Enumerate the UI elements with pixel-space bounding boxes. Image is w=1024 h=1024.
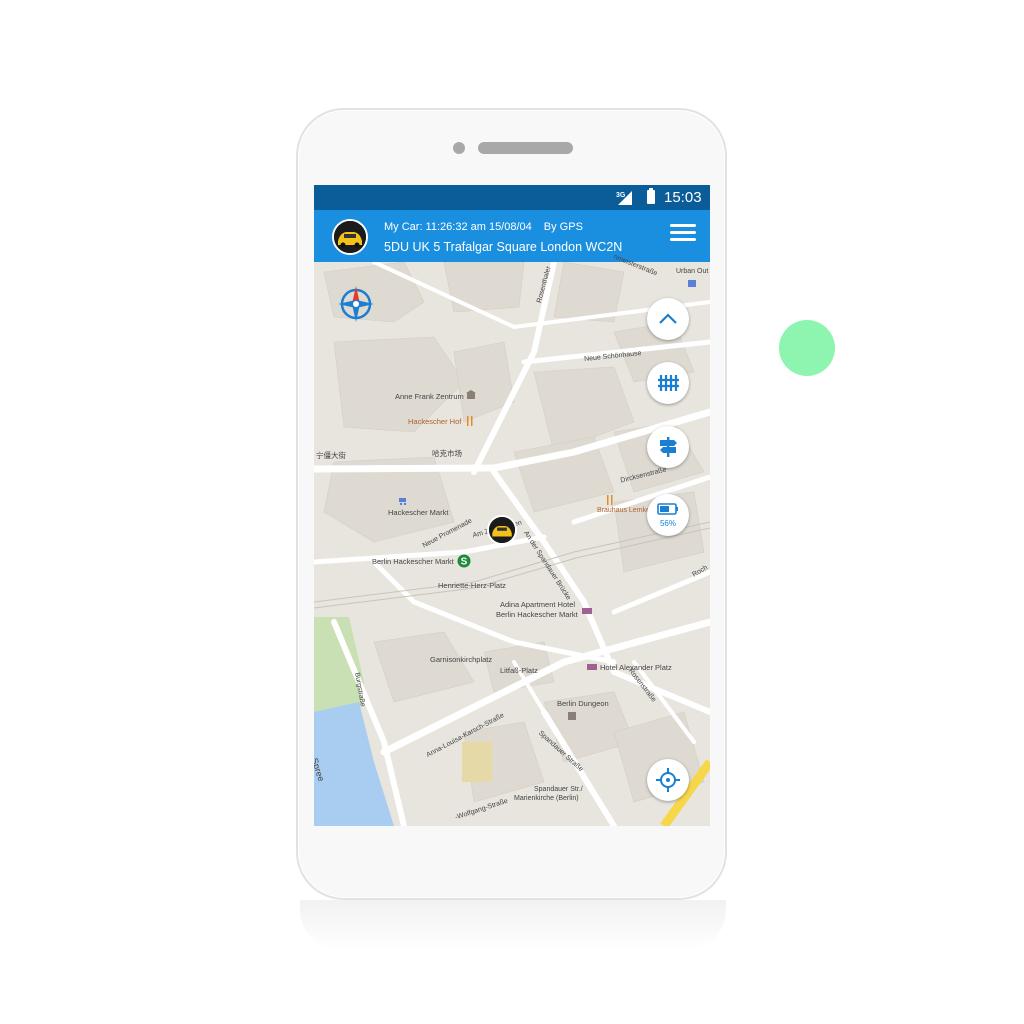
map-label-hackescher-markt: Hackescher Markt xyxy=(388,508,449,517)
museum-icon xyxy=(466,390,476,399)
front-camera xyxy=(453,142,465,154)
map-label-adina-1: Adina Apartment Hotel xyxy=(500,600,576,609)
car-address: 5DU UK 5 Trafalgar Square London WC2N xyxy=(384,240,623,254)
map-label-marienkirche: Marienkirche (Berlin) xyxy=(514,795,579,802)
shopping-cart-icon xyxy=(399,498,407,506)
map-label-hackescher-hof: Hackescher Hof xyxy=(408,417,462,426)
recenter-button[interactable] xyxy=(647,759,689,801)
phone-reflection xyxy=(300,900,726,950)
network-type: 3G xyxy=(616,192,626,199)
map-label-brauhaus: Brauhaus Lemke xyxy=(597,507,650,514)
hotel-icon xyxy=(582,608,592,614)
svg-text:S: S xyxy=(461,557,468,568)
map-label-anne-frank: Anne Frank Zentrum xyxy=(395,392,464,401)
map-label-litfass: Litfaß-Platz xyxy=(500,666,538,675)
brauhaus-restaurant-icon xyxy=(607,495,613,505)
car-avatar[interactable] xyxy=(332,219,368,255)
app-bar: My Car: 11:26:32 am 15/08/04 By GPS 5DU U… xyxy=(314,210,710,262)
compass-icon[interactable] xyxy=(336,284,376,324)
car-timestamp: My Car: 11:26:32 am 15/08/04 xyxy=(384,221,532,233)
earpiece-speaker xyxy=(478,142,573,154)
chevron-up-icon xyxy=(659,313,677,324)
status-bar: 3G 15:03 xyxy=(314,185,710,210)
map-label-chinese-mid: 哈克市场 xyxy=(432,449,462,458)
battery-level-icon xyxy=(657,503,678,515)
directions-button[interactable] xyxy=(647,426,689,468)
dungeon-icon xyxy=(568,712,576,720)
map-label-garnison: Garnisonkirchplatz xyxy=(430,655,493,664)
sbahn-icon: S xyxy=(457,554,471,568)
hotel-alexander-icon xyxy=(587,664,597,670)
phone-screen: 3G 15:03 My Car: 11:26:32 am 15/08/04 By … xyxy=(314,185,710,826)
map-label-urban-outfitters: Urban Out xyxy=(676,268,709,275)
map-label-spandauer-str: Spandauer Str./ xyxy=(534,786,583,793)
battery-percent: 56% xyxy=(659,519,676,528)
decorative-green-dot xyxy=(779,320,835,376)
parking-grid-button[interactable] xyxy=(647,362,689,404)
map-label-hotel-alexander: Hotel Alexander Platz xyxy=(600,663,672,672)
map-label-adina-2: Berlin Hackescher Markt xyxy=(496,610,578,619)
car-info-line: My Car: 11:26:32 am 15/08/04 By GPS xyxy=(384,221,583,233)
map-label-berlin-hackescher-markt: Berlin Hackescher Markt xyxy=(372,557,454,566)
map-label-chinese-left: 宁僵大街 xyxy=(316,451,346,460)
crosshair-icon xyxy=(656,768,680,792)
status-time: 15:03 xyxy=(664,189,702,206)
map-label-berlin-dungeon: Berlin Dungeon xyxy=(557,699,609,708)
car-location-marker[interactable] xyxy=(487,515,517,545)
restaurant-icon xyxy=(467,416,473,426)
shop-icon xyxy=(688,280,696,287)
map-view[interactable]: Anne Frank Zentrum Hackescher Hof 宁僵大街 哈… xyxy=(314,254,710,826)
signpost-icon xyxy=(660,437,677,457)
expand-up-button[interactable] xyxy=(647,298,689,340)
location-source: By GPS xyxy=(543,221,583,233)
fence-icon xyxy=(658,375,679,391)
map-label-henriette: Henriette-Herz-Platz xyxy=(438,581,506,590)
hamburger-menu-icon[interactable] xyxy=(670,224,696,248)
battery-icon xyxy=(647,188,655,204)
battery-status-button[interactable]: 56% xyxy=(647,494,689,536)
map-canvas xyxy=(314,262,710,826)
